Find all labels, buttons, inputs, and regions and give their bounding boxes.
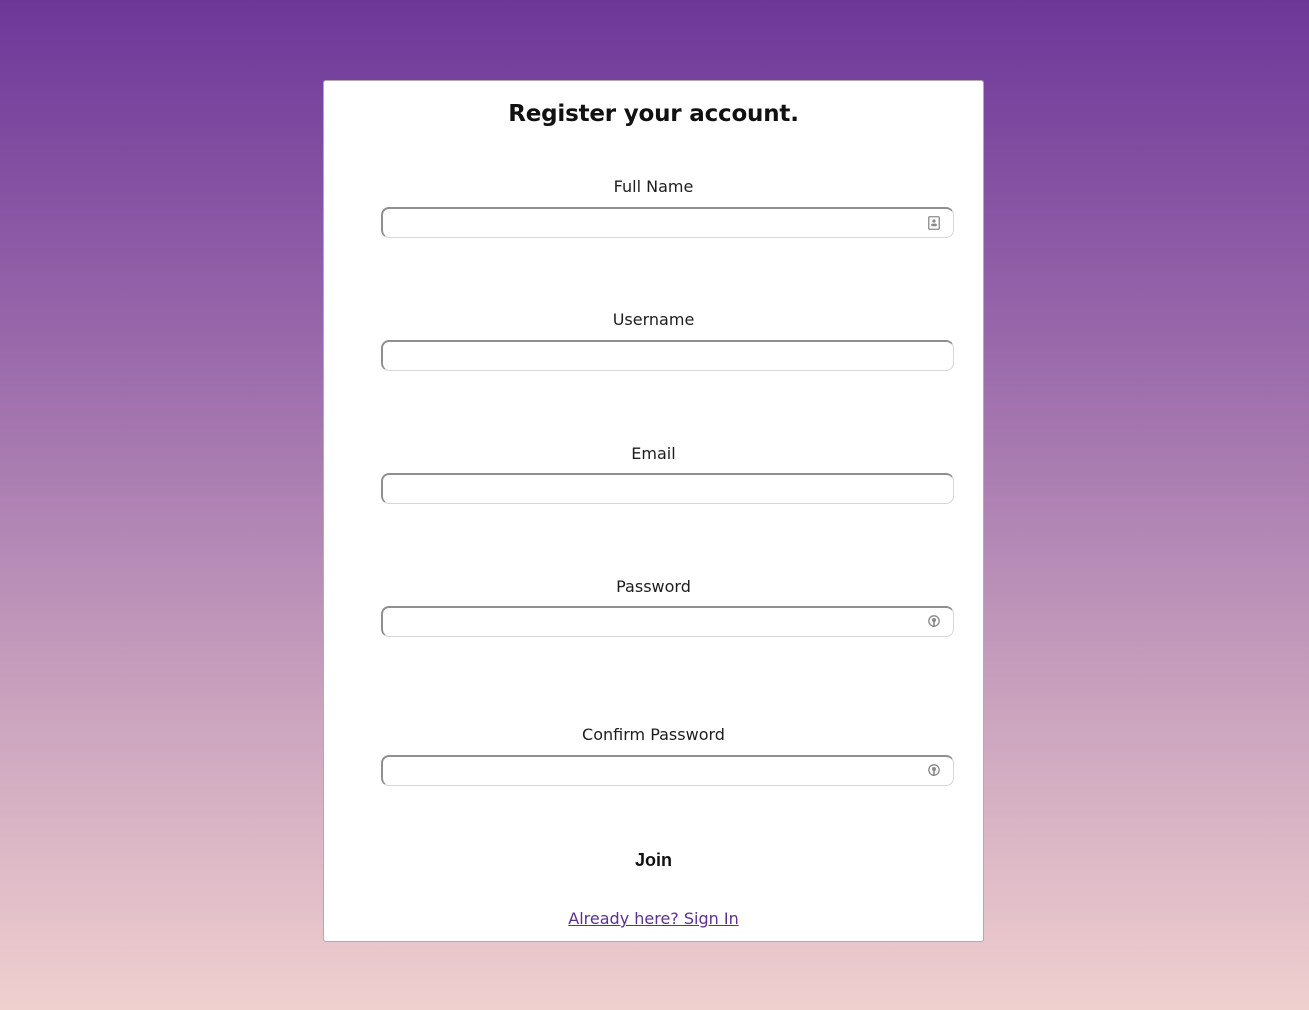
email-input[interactable] — [389, 478, 909, 500]
signin-link[interactable]: Already here? Sign In — [568, 909, 738, 928]
password-input[interactable] — [389, 611, 909, 633]
full-name-field-box — [381, 207, 954, 238]
confirm-password-field-box — [381, 755, 954, 786]
username-field-box — [381, 340, 954, 371]
username-input[interactable] — [389, 345, 909, 367]
password-key-icon[interactable] — [928, 615, 940, 629]
username-label: Username — [612, 310, 695, 329]
password-field-box — [381, 606, 954, 637]
password-label: Password — [616, 577, 691, 596]
email-field-box — [381, 473, 954, 504]
confirm-password-label: Confirm Password — [582, 725, 725, 744]
join-button[interactable]: Join — [604, 847, 704, 873]
email-label: Email — [631, 444, 676, 463]
full-name-label: Full Name — [613, 177, 694, 196]
page-title: Register your account. — [508, 101, 799, 127]
register-card: Register your account. Full Name Usernam… — [323, 80, 984, 942]
confirm-password-input[interactable] — [389, 760, 909, 782]
full-name-input[interactable] — [389, 212, 909, 234]
contact-card-icon[interactable] — [928, 216, 940, 230]
password-key-icon[interactable] — [928, 764, 940, 778]
signin-link-container: Already here? Sign In — [324, 909, 983, 928]
